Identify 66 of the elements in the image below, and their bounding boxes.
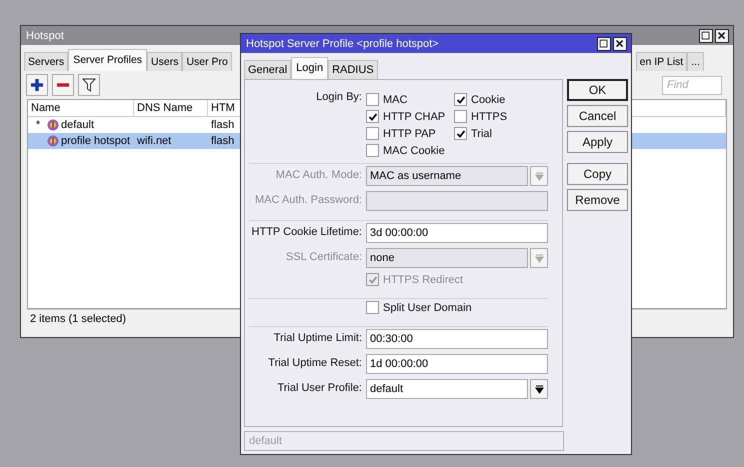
dropdown-button[interactable] xyxy=(530,379,548,399)
tab[interactable]: Server Profiles xyxy=(68,49,148,71)
input-field[interactable]: 3d 00:00:00 xyxy=(366,223,548,243)
field-label: HTTP Cookie Lifetime: xyxy=(250,225,363,238)
field-label: MAC Auth. Password: xyxy=(254,193,363,206)
tab[interactable]: en IP List xyxy=(636,52,688,71)
tab[interactable]: Servers xyxy=(24,52,68,71)
close-icon[interactable] xyxy=(613,36,627,50)
window-title: Hotspot Server Profile <profile hotspot> xyxy=(246,38,439,50)
tab[interactable]: Users xyxy=(147,52,182,71)
dialog-button[interactable]: Copy xyxy=(567,163,628,185)
checkbox[interactable]: HTTP CHAP xyxy=(366,108,454,125)
filter-icon xyxy=(82,78,96,92)
close-icon[interactable] xyxy=(715,28,729,42)
check-icon xyxy=(456,94,466,104)
check-icon xyxy=(368,112,378,122)
add-button[interactable] xyxy=(26,74,48,96)
checkbox[interactable]: Cookie xyxy=(454,91,544,108)
field-label: SSL Certificate: xyxy=(284,250,363,263)
dialog-button[interactable]: Apply xyxy=(567,131,628,153)
profile-icon xyxy=(47,135,59,147)
input-field[interactable]: 00:30:00 xyxy=(366,329,548,349)
checkbox[interactable]: MAC xyxy=(366,91,454,108)
check-icon xyxy=(456,128,466,138)
dropdown-icon xyxy=(534,172,544,180)
column-header[interactable]: Name xyxy=(28,100,134,116)
status-text: 2 items (1 selected) xyxy=(30,313,126,325)
dialog-button[interactable]: Cancel xyxy=(567,105,628,127)
tab[interactable]: RADIUS xyxy=(328,60,378,79)
tab[interactable]: ... xyxy=(687,52,704,71)
tab[interactable]: User Pro xyxy=(182,52,232,71)
dropdown-icon xyxy=(534,384,544,394)
dialog-button[interactable]: OK xyxy=(567,79,628,101)
dropdown-icon xyxy=(534,254,544,262)
select-field[interactable]: default xyxy=(366,379,528,399)
column-header[interactable]: DNS Name xyxy=(134,100,208,116)
checkbox[interactable]: HTTP PAP xyxy=(366,125,454,142)
window-title: Hotspot xyxy=(26,30,64,42)
profile-icon xyxy=(47,119,59,131)
remove-button[interactable] xyxy=(52,74,74,96)
tab[interactable]: General xyxy=(244,60,292,79)
table-cell: default xyxy=(61,119,94,131)
maximize-icon[interactable] xyxy=(699,28,713,42)
checkbox[interactable]: Split User Domain xyxy=(366,301,472,314)
tab[interactable]: Login xyxy=(291,57,328,79)
table-cell: flash xyxy=(211,119,234,131)
maximize-icon[interactable] xyxy=(597,36,611,50)
find-field[interactable]: Find xyxy=(662,76,722,94)
field-label: Trial User Profile: xyxy=(276,381,363,394)
checkbox[interactable]: HTTPS xyxy=(454,108,544,125)
filter-button[interactable] xyxy=(78,74,100,96)
row-marker: * xyxy=(34,119,42,131)
field-label: Trial Uptime Limit: xyxy=(272,331,363,344)
field-label: Login By: xyxy=(315,90,363,103)
field-label: MAC Auth. Mode: xyxy=(274,168,363,181)
checkbox[interactable]: Trial xyxy=(454,125,544,142)
field-label: Trial Uptime Reset: xyxy=(267,356,363,369)
plus-icon xyxy=(30,78,44,92)
table-cell: wifi.net xyxy=(137,135,172,147)
check-icon xyxy=(368,274,378,284)
input-field[interactable]: 1d 00:00:00 xyxy=(366,354,548,374)
checkbox[interactable]: MAC Cookie xyxy=(366,142,454,159)
dialog-button[interactable]: Remove xyxy=(567,189,628,211)
status-bar: default xyxy=(244,431,564,451)
table-cell: profile hotspot xyxy=(61,135,130,147)
table-cell: flash xyxy=(211,135,234,147)
